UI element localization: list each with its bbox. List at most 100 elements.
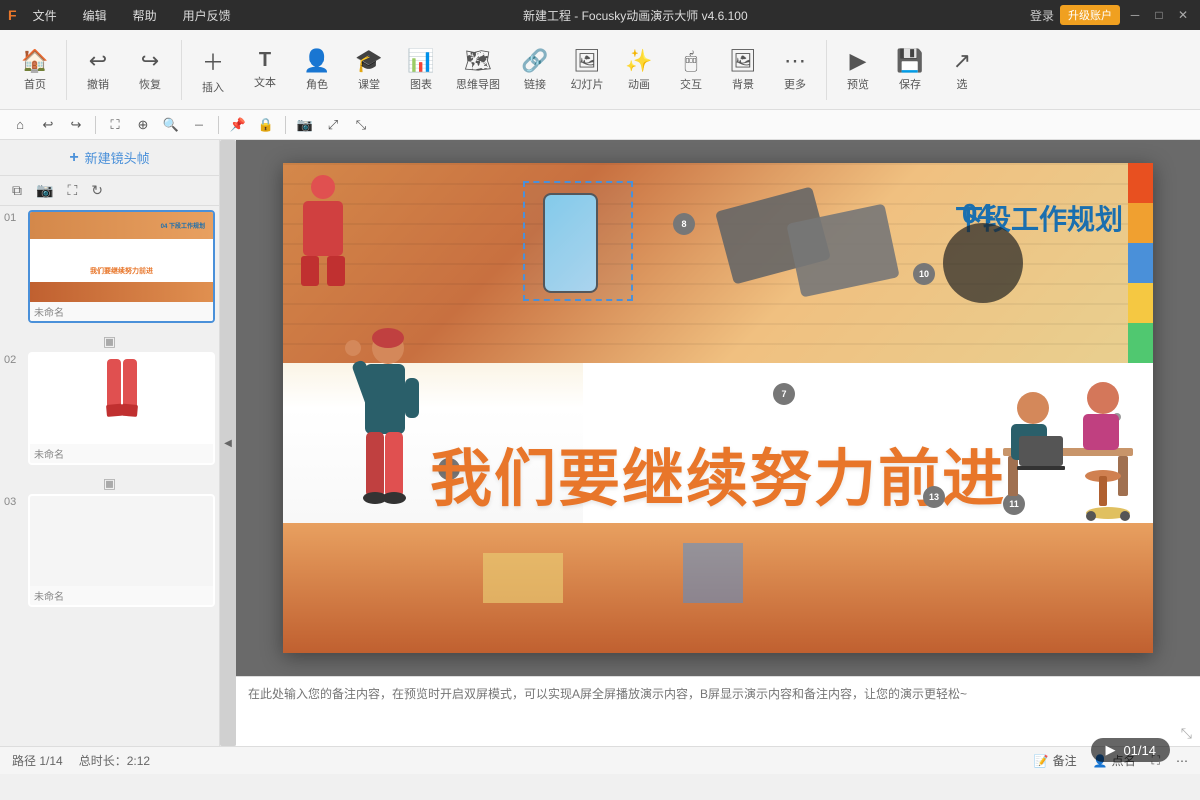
person-top-left [293, 173, 353, 293]
sec-zoom-in-btn[interactable]: 🔍 [159, 113, 183, 137]
menu-help[interactable]: 帮助 [123, 4, 167, 27]
node-13[interactable]: 13 [923, 486, 945, 508]
sec-photo-btn[interactable]: 📷 [293, 113, 317, 137]
main-toolbar: 🏠 首页 ↩ 撤销 ↪ 恢复 ＋ 插入 T 文本 👤 角色 🎓 课堂 📊 图表 … [0, 30, 1200, 110]
slide-thumb-3 [30, 496, 213, 586]
tool-slide-label: 幻灯片 [571, 76, 604, 92]
toolbar-divider-1 [66, 40, 67, 100]
tool-interact[interactable]: 🖱 交互 [666, 44, 716, 96]
tool-redo[interactable]: ↪ 恢复 [125, 44, 175, 96]
sec-lock-btn[interactable]: 🔒 [254, 113, 278, 137]
slide-num-3: 03 [4, 494, 22, 508]
new-frame-button[interactable]: + 新建镜头帧 [0, 140, 219, 176]
canvas-area: 04 下段工作规划 [236, 140, 1200, 746]
tool-export-label: 选 [957, 76, 968, 92]
notes-icon: 📝 [1034, 754, 1049, 768]
play-icon: ▶ [1105, 742, 1115, 758]
frame-action-3[interactable]: ⛶ [63, 180, 81, 201]
copy-frame-button[interactable]: ⧉ [8, 180, 26, 201]
node-7[interactable]: 7 [773, 383, 795, 405]
slide-separator-1: ▣ [4, 331, 215, 352]
tool-save-label: 保存 [899, 76, 921, 92]
notes-button[interactable]: 📝 备注 [1034, 752, 1077, 769]
sec-zoom-out-btn[interactable]: － [187, 113, 211, 137]
tool-undo-label: 撤销 [87, 76, 109, 92]
tool-more[interactable]: ⋯ 更多 [770, 44, 820, 96]
slide-item-1[interactable]: 01 04 下段工作规划 我们要继续努力前进 未命名 [4, 210, 215, 323]
sec-expand-btn[interactable]: ⤢ [321, 113, 345, 137]
sec-fit-btn[interactable]: ⛶ [103, 113, 127, 137]
secondary-toolbar: ⌂ ↩ ↪ ⛶ ⊕ 🔍 － 📌 🔒 📷 ⤢ ⤡ [0, 110, 1200, 140]
tool-link-label: 链接 [524, 76, 546, 92]
tool-mindmap[interactable]: 🗺 思维导图 [448, 44, 508, 96]
minimize-button[interactable]: ─ [1126, 6, 1144, 24]
tool-classroom[interactable]: 🎓 课堂 [344, 44, 394, 96]
strip-2 [1128, 203, 1153, 243]
camera-button[interactable]: 📷 [32, 180, 57, 201]
node-10[interactable]: 10 [913, 263, 935, 285]
slide1-bottom [30, 282, 213, 302]
tool-chart[interactable]: 📊 图表 [396, 44, 446, 96]
save-icon: 💾 [896, 48, 923, 74]
left-panel: + 新建镜头帧 ⧉ 📷 ⛶ ↻ 01 04 下段工作规划 我们要继续努力前进 [0, 140, 220, 746]
selection-box [523, 181, 633, 301]
tool-insert-label: 插入 [202, 79, 224, 95]
sec-sep-1 [95, 116, 96, 134]
tool-character-label: 角色 [306, 76, 328, 92]
slide-item-3[interactable]: 03 未命名 [4, 494, 215, 607]
slide-canvas[interactable]: 04 下段工作规划 [283, 163, 1153, 653]
tool-save[interactable]: 💾 保存 [885, 44, 935, 96]
playback-indicator: ▶ 01/14 [1091, 738, 1170, 762]
tool-insert[interactable]: ＋ 插入 [188, 41, 238, 99]
slide-thumb-wrap-1[interactable]: 04 下段工作规划 我们要继续努力前进 未命名 [28, 210, 215, 323]
dark-circle [943, 223, 1023, 303]
close-button[interactable]: ✕ [1174, 6, 1192, 24]
node-8[interactable]: 8 [673, 213, 695, 235]
person-standing [333, 328, 433, 528]
slide-bottom-decoration [283, 523, 1153, 653]
sec-frame-btn[interactable]: ⊕ [131, 113, 155, 137]
slides-list: 01 04 下段工作规划 我们要继续努力前进 未命名 ▣ [0, 206, 219, 746]
canvas-scroll[interactable]: 04 下段工作规划 [236, 140, 1200, 676]
settings-icon: ⋯ [1176, 754, 1188, 768]
tool-slide[interactable]: 🖼 幻灯片 [562, 44, 612, 96]
sec-redo-btn[interactable]: ↪ [64, 113, 88, 137]
sec-undo-btn[interactable]: ↩ [36, 113, 60, 137]
tool-character[interactable]: 👤 角色 [292, 44, 342, 96]
tool-home[interactable]: 🏠 首页 [10, 44, 60, 96]
notes-area: ⤡ [236, 676, 1200, 746]
tool-background[interactable]: 🖼 背景 [718, 44, 768, 96]
panel-collapse-button[interactable]: ◀ [220, 140, 236, 746]
tool-text-label: 文本 [254, 74, 276, 90]
sec-pin-btn[interactable]: 📌 [226, 113, 250, 137]
status-left: 路径 1/14 总时长：2:12 [12, 752, 150, 769]
upgrade-button[interactable]: 升级账户 [1060, 5, 1120, 25]
tool-export[interactable]: ↗ 选 [937, 44, 987, 96]
tool-interact-label: 交互 [680, 76, 702, 92]
login-button[interactable]: 登录 [1030, 7, 1054, 24]
menu-file[interactable]: 文件 [23, 4, 67, 27]
tool-text[interactable]: T 文本 [240, 45, 290, 94]
frame-action-4[interactable]: ↻ [87, 180, 107, 201]
menu-edit[interactable]: 编辑 [73, 4, 117, 27]
mindmap-icon: 🗺 [464, 48, 492, 74]
tool-undo[interactable]: ↩ 撤销 [73, 44, 123, 96]
slide-icon: 🖼 [573, 48, 601, 74]
slide-thumb-wrap-2[interactable]: 未命名 [28, 352, 215, 465]
tool-link[interactable]: 🔗 链接 [510, 44, 560, 96]
sec-collapse-btn[interactable]: ⤡ [349, 113, 373, 137]
slide1-label: 未命名 [30, 302, 213, 321]
notes-expand-button[interactable]: ⤡ [1181, 725, 1192, 742]
maximize-button[interactable]: □ [1150, 6, 1168, 24]
tool-animation[interactable]: ✨ 动画 [614, 44, 664, 96]
sec-home-btn[interactable]: ⌂ [8, 113, 32, 137]
slide-item-2[interactable]: 02 未命名 [4, 352, 215, 465]
slide-thumb-wrap-3[interactable]: 未命名 [28, 494, 215, 607]
tool-preview[interactable]: ▶ 预览 [833, 44, 883, 96]
menu-feedback[interactable]: 用户反馈 [173, 4, 241, 27]
collapse-arrow-icon: ◀ [224, 438, 232, 449]
notes-input[interactable] [248, 685, 1188, 738]
settings-button[interactable]: ⋯ [1176, 754, 1188, 768]
office-item-1 [483, 553, 563, 603]
frame-actions: ⧉ 📷 ⛶ ↻ [0, 176, 219, 206]
